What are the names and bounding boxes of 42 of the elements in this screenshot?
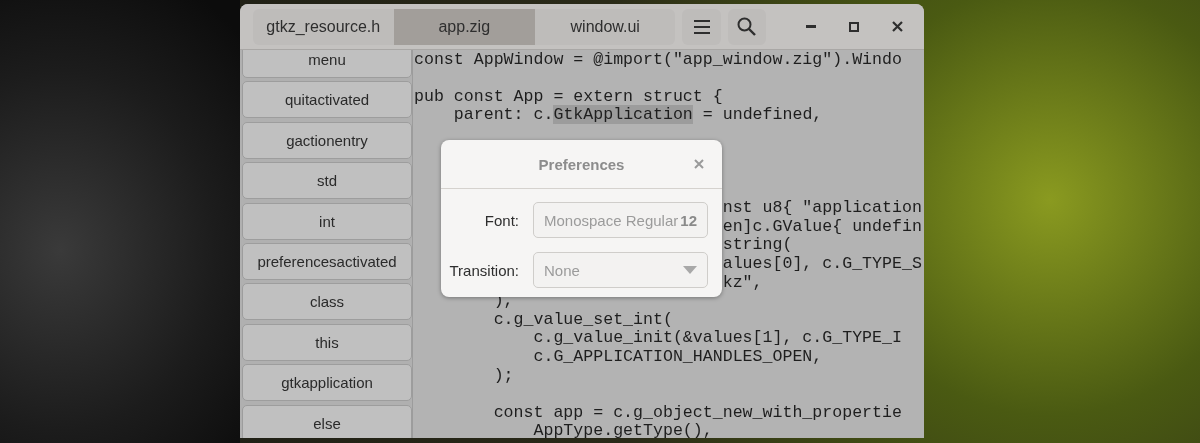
search-icon (737, 17, 757, 36)
sidebar-item[interactable]: std (242, 162, 412, 200)
sidebar-item[interactable]: gactionentry (242, 121, 412, 159)
code-line: c.G_APPLICATION_HANDLES_OPEN, (532, 348, 824, 367)
field-label: Font: (483, 211, 519, 229)
code-line: pub const App = extern struct { (414, 87, 724, 107)
file-tab[interactable]: window.ui (535, 8, 676, 45)
sidebar-item[interactable]: class (242, 283, 412, 321)
code-line: nst u8{ "application (722, 199, 923, 218)
maximize-icon (849, 21, 860, 32)
code-line: ); (492, 366, 515, 386)
code-line: const app = c.g_object_new_with_propertie (492, 403, 903, 423)
close-icon (891, 21, 903, 32)
code-line: const AppWindow = @import("app_window.zig").Windo (414, 50, 903, 70)
sidebar-item[interactable]: quitactivated (242, 81, 412, 119)
caret-icon (683, 266, 697, 274)
code-line: alues[0], c.G_TYPE_S (722, 255, 923, 274)
minimize-icon (805, 25, 816, 28)
sidebar-item[interactable]: preferencesactivated (242, 242, 412, 280)
file-tab[interactable]: app.zig (393, 8, 535, 45)
sidebar-item[interactable]: else (242, 404, 412, 438)
font-name: Monospace Regular (544, 211, 679, 229)
font-size: 12 (680, 211, 697, 229)
code-line: en]c.GValue{ undefin (722, 217, 923, 237)
search-button[interactable] (727, 8, 766, 45)
sidebar-item[interactable]: this (242, 323, 412, 361)
code-line: AppType.getType(), (532, 422, 714, 438)
code-line: c.g_value_set_int( (492, 310, 674, 330)
code-line: kz", (722, 273, 764, 293)
code-line: parent: c.GtkApplication = undefined, (452, 106, 824, 125)
code-line: c.g_value_init(&values[1], c.G_TYPE_I (532, 329, 903, 348)
sidebar-item[interactable]: menu (242, 50, 412, 78)
code-line: string( (722, 236, 794, 256)
dialog-title: Preferences (538, 155, 625, 173)
menu-icon (692, 18, 711, 35)
menu-button[interactable] (682, 8, 721, 45)
close-icon (694, 159, 704, 169)
dropdown-value: None (544, 261, 580, 279)
sidebar-item[interactable]: gtkapplication (242, 364, 412, 402)
file-tab[interactable]: gtkz_resource.h (253, 8, 394, 45)
sidebar-item[interactable]: int (242, 202, 412, 240)
field-label: Transition: (448, 261, 519, 279)
